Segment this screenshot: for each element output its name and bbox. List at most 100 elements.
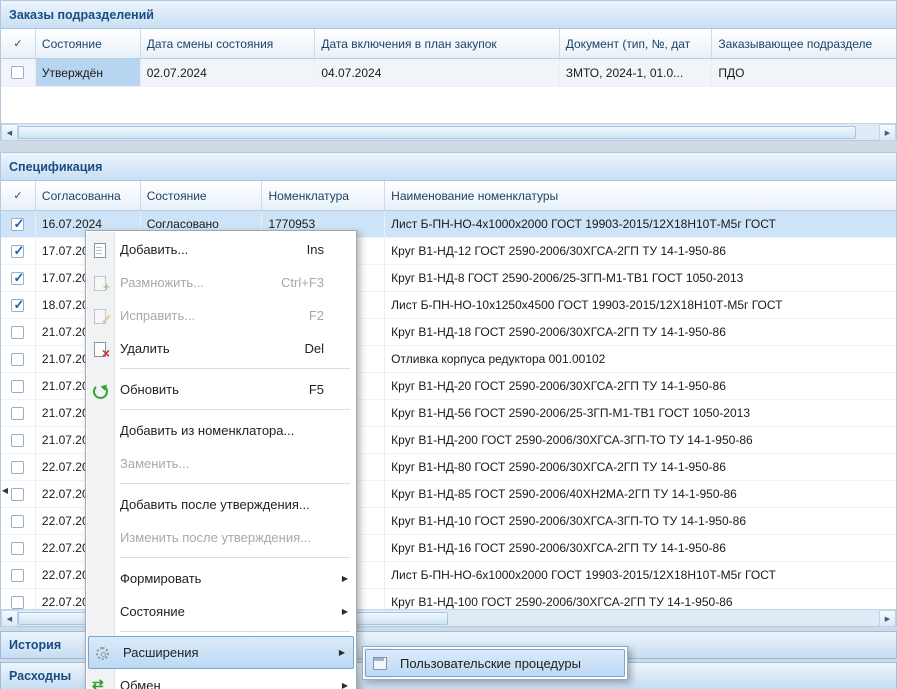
spec-row-checkbox[interactable]	[11, 407, 24, 420]
spec-row-name: Лист Б-ПН-НО-6х1000х2000 ГОСТ 19903-2015…	[385, 562, 896, 588]
menu-item-shortcut: Ins	[307, 242, 324, 257]
orders-col-state-date[interactable]: Дата смены состояния	[141, 29, 316, 58]
orders-hscrollbar[interactable]: ◀ ▶	[1, 123, 896, 140]
orders-row-checkbox[interactable]	[11, 66, 24, 79]
menu-item-add[interactable]: Добавить... Ins	[86, 233, 356, 266]
menu-item-refresh[interactable]: Обновить F5	[86, 373, 356, 406]
empty-icon-slot	[90, 497, 110, 513]
orders-col-plan-date[interactable]: Дата включения в план закупок	[315, 29, 559, 58]
orders-row-document: ЗМТО, 2024-1, 01.0...	[560, 59, 713, 86]
spec-row-check-cell	[1, 400, 36, 426]
spec-grid-header: ✓ Согласованна Состояние Номенклатура На…	[1, 181, 896, 211]
spec-row-check-cell	[1, 292, 36, 318]
spec-row-checkbox[interactable]	[11, 272, 24, 285]
spec-row-checkbox[interactable]	[11, 596, 24, 609]
spec-row-checkbox[interactable]	[11, 434, 24, 447]
orders-scroll-thumb[interactable]	[18, 126, 856, 139]
orders-col-state[interactable]: Состояние	[36, 29, 141, 58]
orders-panel-title-label: Заказы подразделений	[9, 8, 154, 22]
menu-separator	[120, 483, 350, 484]
spec-col-nomenclature[interactable]: Номенклатура	[262, 181, 385, 210]
menu-separator	[120, 409, 350, 410]
orders-row-department: ПДО	[712, 59, 896, 86]
submenu-arrow-icon: ▶	[335, 648, 345, 657]
empty-icon-slot	[90, 456, 110, 472]
history-panel-title: История	[9, 638, 61, 652]
menu-item-edit-after-approval: Изменить после утверждения...	[86, 521, 356, 554]
spec-row-checkbox[interactable]	[11, 353, 24, 366]
orders-row-state-date: 02.07.2024	[141, 59, 316, 86]
spec-row-checkbox[interactable]	[11, 218, 24, 231]
spec-row-checkbox[interactable]	[11, 461, 24, 474]
collapse-left-icon[interactable]: ◀	[0, 483, 10, 497]
spec-row-check-cell	[1, 427, 36, 453]
spec-row-checkbox[interactable]	[11, 488, 24, 501]
spec-row-checkbox[interactable]	[11, 326, 24, 339]
menu-item-delete[interactable]: Удалить Del	[86, 332, 356, 365]
check-all-icon: ✓	[13, 37, 22, 50]
spec-row-name: Лист Б-ПН-НО-10х1250х4500 ГОСТ 19903-201…	[385, 292, 896, 318]
orders-row-check-cell	[1, 59, 36, 86]
spec-row-checkbox[interactable]	[11, 245, 24, 258]
spec-row-checkbox[interactable]	[11, 380, 24, 393]
spec-row-name: Круг В1-НД-10 ГОСТ 2590-2006/30ХГСА-3ГП-…	[385, 508, 896, 534]
scroll-left-icon[interactable]: ◀	[1, 124, 18, 141]
spec-row-check-cell	[1, 319, 36, 345]
orders-row[interactable]: Утверждён 02.07.2024 04.07.2024 ЗМТО, 20…	[1, 59, 896, 87]
spec-row-check-cell	[1, 535, 36, 561]
delete-icon	[90, 341, 110, 357]
spec-row-name: Круг В1-НД-20 ГОСТ 2590-2006/30ХГСА-2ГП …	[385, 373, 896, 399]
menu-separator	[120, 368, 350, 369]
menu-separator	[120, 631, 350, 632]
spec-row-name: Круг В1-НД-100 ГОСТ 2590-2006/30ХГСА-2ГП…	[385, 589, 896, 611]
orders-grid-header: ✓ Состояние Дата смены состояния Дата вк…	[1, 29, 896, 59]
empty-icon-slot	[90, 604, 110, 620]
spec-row-check-cell	[1, 265, 36, 291]
spec-row-name: Круг В1-НД-80 ГОСТ 2590-2006/30ХГСА-2ГП …	[385, 454, 896, 480]
menu-item-user-procedures[interactable]: Пользовательские процедуры...	[365, 649, 625, 677]
empty-icon-slot	[90, 530, 110, 546]
spec-col-agreed-date[interactable]: Согласованна	[36, 181, 141, 210]
spec-row-name: Лист Б-ПН-НО-4х1000х2000 ГОСТ 19903-2015…	[385, 211, 896, 237]
menu-item-shortcut: F5	[309, 382, 324, 397]
copy-icon	[90, 275, 110, 291]
menu-item-extensions[interactable]: Расширения ▶	[88, 636, 354, 669]
menu-item-form[interactable]: Формировать ▶	[86, 562, 356, 595]
app-window: Заказы подразделений ✓ Состояние Дата см…	[0, 0, 897, 689]
menu-item-exchange[interactable]: Обмен ▶	[86, 669, 356, 689]
spec-row-checkbox[interactable]	[11, 515, 24, 528]
spec-row-check-cell	[1, 589, 36, 611]
scroll-left-icon[interactable]: ◀	[1, 610, 18, 627]
expense-panel-title: Расходны	[9, 669, 71, 683]
context-menu: Добавить... Ins Размножить... Ctrl+F3 Ис…	[85, 230, 357, 689]
spec-row-name: Круг В1-НД-85 ГОСТ 2590-2006/40ХН2МА-2ГП…	[385, 481, 896, 507]
spec-panel-title-label: Спецификация	[9, 160, 102, 174]
scroll-right-icon[interactable]: ▶	[879, 124, 896, 141]
submenu-arrow-icon: ▶	[338, 607, 348, 616]
orders-col-department[interactable]: Заказывающее подразделе	[712, 29, 896, 58]
menu-item-shortcut: F2	[309, 308, 324, 323]
spec-row-checkbox[interactable]	[11, 569, 24, 582]
procedure-icon	[370, 655, 390, 671]
menu-item-add-from-catalog[interactable]: Добавить из номенклатора...	[86, 414, 356, 447]
spec-col-name[interactable]: Наименование номенклатуры	[385, 181, 896, 210]
spec-select-all-header[interactable]: ✓	[1, 181, 36, 210]
submenu-arrow-icon: ▶	[338, 681, 348, 689]
spec-row-check-cell	[1, 454, 36, 480]
spec-row-checkbox[interactable]	[11, 299, 24, 312]
orders-select-all-header[interactable]: ✓	[1, 29, 36, 58]
spec-row-check-cell	[1, 211, 36, 237]
spec-panel-title: Спецификация	[1, 153, 896, 181]
spec-row-check-cell	[1, 346, 36, 372]
spec-row-checkbox[interactable]	[11, 542, 24, 555]
orders-panel-title: Заказы подразделений	[1, 1, 896, 29]
spec-col-state[interactable]: Состояние	[141, 181, 263, 210]
menu-item-replace: Заменить...	[86, 447, 356, 480]
spec-row-name: Круг В1-НД-12 ГОСТ 2590-2006/30ХГСА-2ГП …	[385, 238, 896, 264]
menu-item-state[interactable]: Состояние ▶	[86, 595, 356, 628]
orders-col-document[interactable]: Документ (тип, №, дат	[560, 29, 713, 58]
scroll-right-icon[interactable]: ▶	[879, 610, 896, 627]
menu-item-add-after-approval[interactable]: Добавить после утверждения...	[86, 488, 356, 521]
spec-row-name: Круг В1-НД-16 ГОСТ 2590-2006/30ХГСА-2ГП …	[385, 535, 896, 561]
empty-icon-slot	[90, 423, 110, 439]
